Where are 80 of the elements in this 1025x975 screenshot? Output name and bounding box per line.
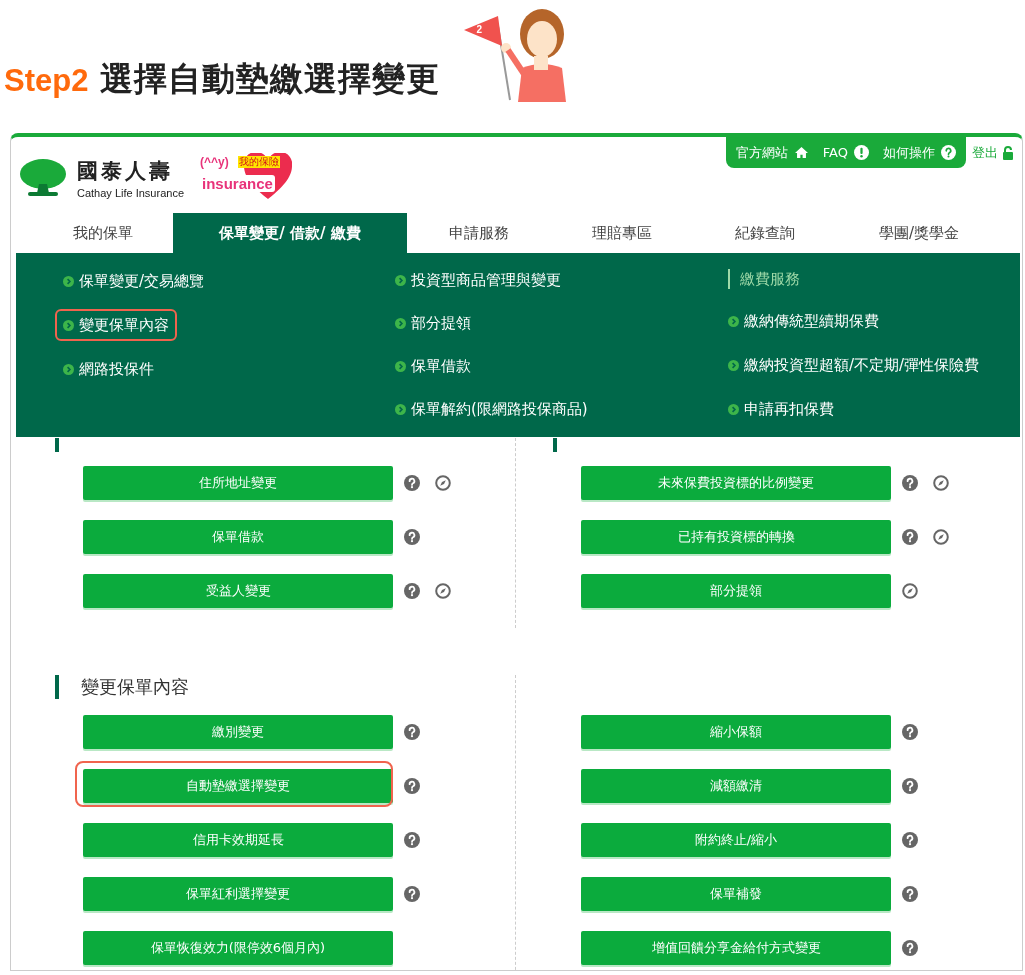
- action-button[interactable]: 繳別變更: [83, 715, 393, 749]
- nav-tab[interactable]: 保單變更/ 借款/ 繳費: [173, 213, 407, 253]
- chevron-icon: [63, 319, 74, 331]
- action-button[interactable]: 保單補發: [581, 877, 891, 911]
- help-icon[interactable]: [902, 886, 918, 902]
- top-link[interactable]: 如何操作: [883, 143, 956, 162]
- action-button[interactable]: 縮小保額: [581, 715, 891, 749]
- action-button[interactable]: 已持有投資標的轉換: [581, 520, 891, 554]
- chevron-icon: [63, 275, 74, 287]
- step-label: Step2: [4, 63, 89, 99]
- menu-link[interactable]: 保單借款: [387, 351, 479, 382]
- action-button[interactable]: 增值回饋分享金給付方式變更: [581, 931, 891, 965]
- help-icon[interactable]: [404, 724, 420, 740]
- logo-tag: 我的保險: [238, 156, 280, 168]
- menu-link[interactable]: 繳納傳統型續期保費: [720, 305, 887, 337]
- compass-icon[interactable]: [435, 583, 451, 599]
- chevron-icon: [63, 363, 74, 375]
- nav-tab[interactable]: 學團/獎學金: [836, 213, 1002, 253]
- action-button[interactable]: 信用卡效期延長: [83, 823, 393, 857]
- home-icon[interactable]: [793, 146, 809, 159]
- help-icon[interactable]: [404, 886, 420, 902]
- top-link[interactable]: FAQ: [822, 145, 869, 160]
- logout-link[interactable]: 登出: [966, 137, 1014, 168]
- help-icon[interactable]: [941, 145, 956, 160]
- action-button[interactable]: 保單恢復效力(限停效6個月內): [83, 931, 393, 965]
- nav-tab[interactable]: 我的保單: [33, 213, 173, 253]
- action-button[interactable]: 未來保費投資標的比例變更: [581, 466, 891, 500]
- logo-word: insurance: [200, 175, 275, 192]
- help-icon[interactable]: [404, 583, 420, 599]
- menu-link[interactable]: 部分提領: [387, 308, 479, 339]
- menu-link[interactable]: 保單變更/交易總覽: [55, 265, 213, 297]
- brand-name: 國泰人壽: [77, 158, 174, 185]
- tree-icon: [19, 158, 67, 198]
- compass-icon[interactable]: [435, 475, 451, 491]
- menu-link[interactable]: 網路投保件: [55, 353, 162, 385]
- exclamation-icon[interactable]: [854, 145, 869, 160]
- help-icon[interactable]: [404, 529, 420, 545]
- chevron-icon: [395, 318, 406, 329]
- action-button[interactable]: 減額繳清: [581, 769, 891, 803]
- help-icon[interactable]: [902, 529, 918, 545]
- menu-heading: 繳費服務: [740, 269, 800, 289]
- menu-link[interactable]: 保單解約(限網路投保商品): [387, 394, 596, 425]
- action-button[interactable]: 住所地址變更: [83, 466, 393, 500]
- chevron-icon: [395, 361, 406, 372]
- top-link[interactable]: 官方網站: [735, 143, 809, 162]
- action-button[interactable]: 保單紅利選擇變更: [83, 877, 393, 911]
- action-button[interactable]: 附約終止/縮小: [581, 823, 891, 857]
- section-heading: 變更保單內容: [81, 675, 189, 699]
- chevron-icon: [395, 275, 406, 286]
- help-icon[interactable]: [902, 475, 918, 491]
- unlock-icon: [1002, 145, 1014, 160]
- compass-icon[interactable]: [933, 475, 949, 491]
- action-button[interactable]: 自動墊繳選擇變更: [83, 769, 393, 803]
- menu-link[interactable]: 申請再扣保費: [720, 393, 842, 425]
- nav-tab[interactable]: 申請服務: [407, 213, 550, 253]
- logo-text: (^^y): [200, 155, 229, 169]
- help-icon[interactable]: [902, 724, 918, 740]
- chevron-icon: [395, 404, 406, 415]
- help-icon[interactable]: [404, 832, 420, 848]
- chevron-icon: [728, 315, 739, 327]
- nav-tab[interactable]: 紀錄查詢: [693, 213, 836, 253]
- help-icon[interactable]: [404, 778, 420, 794]
- menu-link[interactable]: 繳納投資型超額/不定期/彈性保險費: [720, 349, 988, 381]
- chevron-icon: [728, 403, 739, 415]
- action-button[interactable]: 保單借款: [83, 520, 393, 554]
- help-icon[interactable]: [902, 940, 918, 956]
- brand-subtitle: Cathay Life Insurance: [77, 187, 184, 199]
- compass-icon[interactable]: [933, 529, 949, 545]
- compass-icon[interactable]: [902, 583, 918, 599]
- menu-link[interactable]: 變更保單內容: [55, 309, 177, 341]
- action-button[interactable]: 部分提領: [581, 574, 891, 608]
- nav-tab[interactable]: 理賠專區: [550, 213, 693, 253]
- help-icon[interactable]: [902, 832, 918, 848]
- page-title: 選擇自動墊繳選擇變更: [100, 58, 441, 100]
- action-button[interactable]: 受益人變更: [83, 574, 393, 608]
- help-icon[interactable]: [404, 475, 420, 491]
- menu-link[interactable]: 投資型商品管理與變更: [387, 265, 569, 296]
- flag-number: 2: [476, 24, 482, 35]
- chevron-icon: [728, 359, 739, 371]
- help-icon[interactable]: [902, 778, 918, 794]
